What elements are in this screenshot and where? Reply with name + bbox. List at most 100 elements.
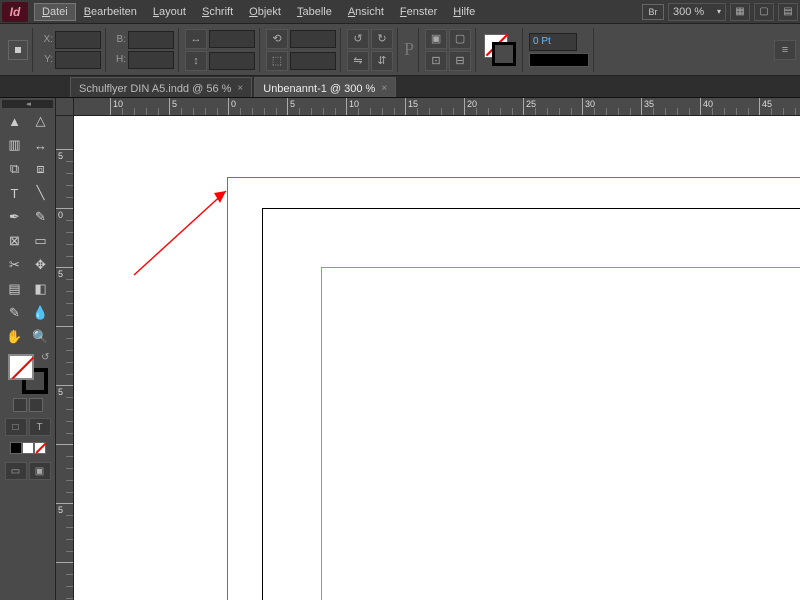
ruler-tick: 0 (56, 208, 74, 209)
pasteboard[interactable] (74, 116, 800, 600)
apply-color-swatch[interactable] (10, 442, 22, 454)
document-view: 105051015202530354045 50555 (56, 98, 800, 600)
preview-view-icon[interactable]: ▣ (29, 462, 51, 480)
apply-color-swatch[interactable] (34, 442, 46, 454)
gap-tool[interactable]: ↔ (29, 134, 53, 156)
ruler-tick: 5 (56, 503, 74, 504)
ruler-tick: 5 (56, 149, 74, 150)
default-fill-stroke-icon[interactable] (13, 398, 27, 412)
view-options-icon[interactable]: ▦ (730, 3, 750, 21)
pencil-tool[interactable]: ✎ (29, 206, 53, 228)
fit-frame-icon[interactable]: ⊡ (425, 51, 447, 71)
panel-collapse-handle[interactable] (2, 100, 53, 108)
vertical-ruler[interactable]: 50555 (56, 116, 74, 600)
ruler-tick: 10 (346, 98, 347, 116)
close-icon[interactable]: × (237, 83, 243, 94)
ruler-tick: 35 (641, 98, 642, 116)
ruler-tick: 40 (700, 98, 701, 116)
tools-panel: ▲△▥↔⧉⧈T╲✒✎⊠▭✂✥▤◧✎💧✋🔍 ↺ □T ▭▣ (0, 98, 56, 600)
menu-bearbeiten[interactable]: Bearbeiten (76, 3, 145, 21)
select-container-icon[interactable]: ▣ (425, 29, 447, 49)
close-icon[interactable]: × (381, 83, 387, 94)
ruler-tick: 15 (405, 98, 406, 116)
menu-fenster[interactable]: Fenster (392, 3, 445, 21)
scale-x-field[interactable] (209, 30, 255, 48)
swap-fill-stroke-icon[interactable]: ↺ (41, 352, 49, 363)
w-label: B: (112, 34, 126, 45)
eyedropper-tool[interactable]: 💧 (29, 302, 53, 324)
scissors-tool[interactable]: ✂ (3, 254, 27, 276)
menu-ansicht[interactable]: Ansicht (340, 3, 392, 21)
shear-field[interactable] (290, 52, 336, 70)
scale-y-field[interactable] (209, 52, 255, 70)
menu-tabelle[interactable]: Tabelle (289, 3, 340, 21)
note-tool[interactable]: ✎ (3, 302, 27, 324)
menu-schrift[interactable]: Schrift (194, 3, 241, 21)
shear-icon[interactable]: ⬚ (266, 51, 288, 71)
ruler-tick: 20 (464, 98, 465, 116)
reference-point-icon[interactable] (8, 40, 28, 60)
gradient-feather-tool[interactable]: ◧ (29, 278, 53, 300)
stroke-style-select[interactable] (529, 53, 589, 67)
fill-stroke-swatch[interactable]: ↺ (8, 354, 48, 394)
formatting-affects-icon[interactable] (29, 398, 43, 412)
rotate-cw-icon[interactable]: ↻ (371, 29, 393, 49)
ruler-tick (56, 326, 74, 327)
menu-objekt[interactable]: Objekt (241, 3, 289, 21)
free-transform-tool[interactable]: ✥ (29, 254, 53, 276)
arrange-documents-icon[interactable]: ▤ (778, 3, 798, 21)
x-field[interactable] (55, 31, 101, 49)
formatting-text-icon[interactable]: T (29, 418, 51, 436)
y-label: Y: (39, 54, 53, 65)
zoom-tool[interactable]: 🔍 (29, 326, 53, 348)
rotate-icon[interactable]: ⟲ (266, 29, 288, 49)
rotate-field[interactable] (290, 30, 336, 48)
ruler-tick: 45 (759, 98, 760, 116)
select-content-icon[interactable]: ▢ (449, 29, 471, 49)
formatting-container-icon[interactable]: □ (5, 418, 27, 436)
ruler-origin[interactable] (56, 98, 74, 116)
flip-horizontal-icon[interactable]: ⇋ (347, 51, 369, 71)
apply-color-swatch[interactable] (22, 442, 34, 454)
line-tool[interactable]: ╲ (29, 182, 53, 204)
paragraph-style-icon[interactable]: P (404, 39, 414, 60)
h-label: H: (112, 54, 126, 65)
document-tab[interactable]: Unbenannt-1 @ 300 %× (254, 77, 396, 97)
scale-x-icon[interactable]: ↔ (185, 29, 207, 49)
menu-hilfe[interactable]: Hilfe (445, 3, 483, 21)
scale-y-icon[interactable]: ↕ (185, 51, 207, 71)
zoom-level-select[interactable]: 300 % (668, 3, 726, 21)
pen-tool[interactable]: ✒ (3, 206, 27, 228)
page-tool[interactable]: ▥ (3, 134, 27, 156)
normal-view-icon[interactable]: ▭ (5, 462, 27, 480)
panel-menu-icon[interactable]: ≡ (774, 40, 796, 60)
ruler-tick: 5 (169, 98, 170, 116)
fill-stroke-proxy[interactable] (482, 32, 518, 68)
menu-datei[interactable]: Datei (34, 3, 76, 21)
height-field[interactable] (128, 51, 174, 69)
fill-swatch[interactable] (8, 354, 34, 380)
stroke-weight-field[interactable]: 0 Pt (529, 33, 577, 51)
y-field[interactable] (55, 51, 101, 69)
selection-tool[interactable]: ▲ (3, 110, 27, 132)
gradient-swatch-tool[interactable]: ▤ (3, 278, 27, 300)
bridge-button[interactable]: Br (642, 4, 664, 20)
screen-mode-icon[interactable]: ▢ (754, 3, 774, 21)
fit-content-icon[interactable]: ⊟ (449, 51, 471, 71)
rectangle-tool[interactable]: ▭ (29, 230, 53, 252)
type-tool[interactable]: T (3, 182, 27, 204)
content-collector-tool[interactable]: ⧉ (3, 158, 27, 180)
horizontal-ruler[interactable]: 105051015202530354045 (74, 98, 800, 116)
content-placer-tool[interactable]: ⧈ (29, 158, 53, 180)
menu-layout[interactable]: Layout (145, 3, 194, 21)
width-field[interactable] (128, 31, 174, 49)
x-label: X: (39, 34, 53, 45)
ruler-tick: 5 (287, 98, 288, 116)
flip-vertical-icon[interactable]: ⇵ (371, 51, 393, 71)
hand-tool[interactable]: ✋ (3, 326, 27, 348)
document-tab[interactable]: Schulflyer DIN A5.indd @ 56 %× (70, 77, 252, 97)
ruler-tick: 0 (228, 98, 229, 116)
rectangle-frame-tool[interactable]: ⊠ (3, 230, 27, 252)
direct-selection-tool[interactable]: △ (29, 110, 53, 132)
rotate-ccw-icon[interactable]: ↺ (347, 29, 369, 49)
